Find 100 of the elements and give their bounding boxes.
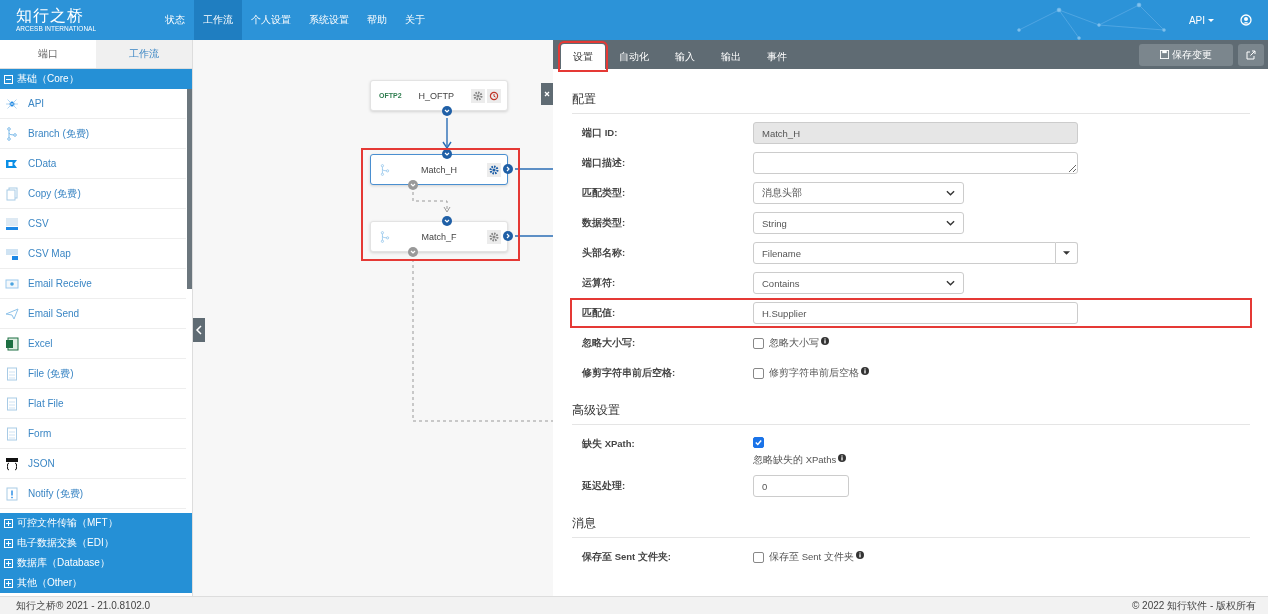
connector-item[interactable]: Email Receive (0, 269, 186, 299)
output-port-icon[interactable] (503, 231, 513, 241)
clock-icon[interactable] (487, 88, 501, 103)
info-icon[interactable] (838, 454, 847, 462)
output-port-icon[interactable] (442, 106, 452, 116)
document-icon (5, 366, 19, 381)
document-lines-icon (5, 396, 19, 411)
panel-tab[interactable]: 自动化 (607, 44, 661, 69)
node-label: Match_H (420, 164, 458, 175)
category-label: 数据库（Database） (17, 556, 110, 570)
user-menu[interactable]: API (1188, 14, 1214, 26)
settings-icon[interactable] (487, 229, 501, 244)
field-label: 保存至 Sent 文件夹: (582, 550, 673, 564)
checkbox[interactable] (753, 551, 764, 563)
fail-port-icon[interactable] (408, 247, 418, 257)
info-icon[interactable] (821, 336, 829, 345)
dropdown[interactable]: String (753, 212, 964, 234)
field-label: 缺失 XPath: (582, 437, 636, 451)
output-port-icon[interactable] (503, 164, 513, 174)
category-header[interactable]: 其他（Other） (0, 573, 192, 593)
logo[interactable]: 知行之桥 (16, 7, 156, 25)
scrollbar[interactable] (187, 89, 192, 289)
close-icon[interactable] (541, 83, 553, 105)
settings-icon[interactable] (471, 88, 485, 103)
category-label: 其他（Other） (17, 576, 82, 590)
connector-item[interactable]: File (免费) (0, 359, 186, 389)
category-label: 基础（Core） (17, 72, 79, 86)
connector-item[interactable]: Branch (免费) (0, 119, 186, 149)
excel-icon (5, 336, 19, 351)
connector-item[interactable]: CData (0, 149, 186, 179)
connector-item[interactable]: Copy (免费) (0, 179, 186, 209)
field-label: 匹配值: (582, 306, 617, 320)
connector-item[interactable]: Notify (免费) (0, 479, 186, 509)
connector-item[interactable]: Excel (0, 329, 186, 359)
connector-line (514, 235, 553, 237)
user-icon[interactable] (1240, 14, 1252, 26)
expand-icon (4, 538, 13, 548)
nav-link[interactable]: 工作流 (194, 0, 242, 40)
nav-link[interactable]: 系统设置 (300, 0, 358, 40)
workflow-node[interactable]: Match_H (370, 154, 508, 185)
input-field[interactable]: Filename (753, 242, 1056, 264)
panel-tab[interactable]: 输出 (709, 44, 753, 69)
floppy-icon (1160, 50, 1169, 59)
field-label: 运算符: (582, 276, 617, 290)
panel-tab[interactable]: 设置 (561, 44, 605, 69)
checkbox-label: 保存至 Sent 文件夹 (769, 550, 854, 564)
checkbox[interactable] (753, 437, 764, 448)
dropdown[interactable]: 消息头部 (753, 182, 964, 204)
dropdown[interactable]: Contains (753, 272, 964, 294)
node-label: Match_F (420, 231, 458, 242)
expand-icon (4, 74, 13, 84)
checkbox[interactable] (753, 367, 764, 379)
connector-item[interactable]: CSV Map (0, 239, 186, 269)
settings-icon[interactable] (487, 162, 501, 177)
info-icon[interactable] (855, 550, 864, 559)
connector-item[interactable]: Email Send (0, 299, 186, 329)
dashed-connector (412, 191, 451, 213)
chevron-down-icon (946, 220, 955, 226)
sidebar-tab[interactable]: 工作流 (96, 40, 192, 68)
field-label: 端口 ID: (582, 126, 619, 140)
category-header[interactable]: 电子数据交换（EDI） (0, 533, 192, 553)
field-label: 端口描述: (582, 156, 627, 170)
connector-item[interactable]: JSON (0, 449, 186, 479)
nav-link[interactable]: 关于 (396, 0, 434, 40)
connector-item[interactable]: CSV (0, 209, 186, 239)
save-button[interactable]: 保存变更 (1139, 43, 1233, 66)
collapse-toggle-icon[interactable] (193, 318, 205, 342)
branch-icon (5, 126, 19, 141)
checkbox[interactable] (753, 337, 764, 349)
category-header[interactable]: 可控文件传输（MFT） (0, 513, 192, 533)
category-header[interactable]: 数据库（Database） (0, 553, 192, 573)
nav-link[interactable]: 帮助 (358, 0, 396, 40)
external-link-button[interactable] (1238, 43, 1264, 66)
workflow-node[interactable]: Match_F (370, 221, 508, 252)
connector-item[interactable]: API (0, 89, 186, 119)
number-field[interactable]: 0 (753, 475, 849, 497)
panel-tab[interactable]: 输入 (663, 44, 707, 69)
panel-tab[interactable]: 事件 (755, 44, 799, 69)
nav-link[interactable]: 个人设置 (242, 0, 300, 40)
input-field[interactable]: H.Supplier (753, 302, 1078, 324)
nav-link[interactable]: 状态 (156, 0, 194, 40)
form-icon (5, 426, 19, 441)
version-text: 知行之桥® 2021 - 21.0.8102.0 (16, 598, 151, 613)
copyright-text: © 2022 知行软件 - 版权所有 (1131, 598, 1256, 613)
copy-icon (5, 186, 19, 201)
input-port-icon[interactable] (442, 149, 452, 159)
field-label: 忽略大小写: (582, 336, 637, 350)
connector-arrow (442, 117, 452, 150)
input-port-icon[interactable] (442, 216, 452, 226)
connector-item[interactable]: Flat File (0, 389, 186, 419)
checkbox-label: 忽略大小写 (769, 336, 819, 350)
category-header[interactable]: 基础（Core） (0, 69, 192, 89)
category-label: 可控文件传输（MFT） (17, 516, 118, 530)
connector-item[interactable]: Form (0, 419, 186, 449)
dropdown-button[interactable] (1056, 242, 1078, 264)
spreadsheet-icon (5, 216, 19, 231)
checkbox-label: 忽略缺失的 XPaths (753, 454, 837, 467)
info-icon[interactable] (861, 366, 869, 375)
fail-port-icon[interactable] (408, 180, 418, 190)
exclamation-icon (5, 486, 19, 501)
